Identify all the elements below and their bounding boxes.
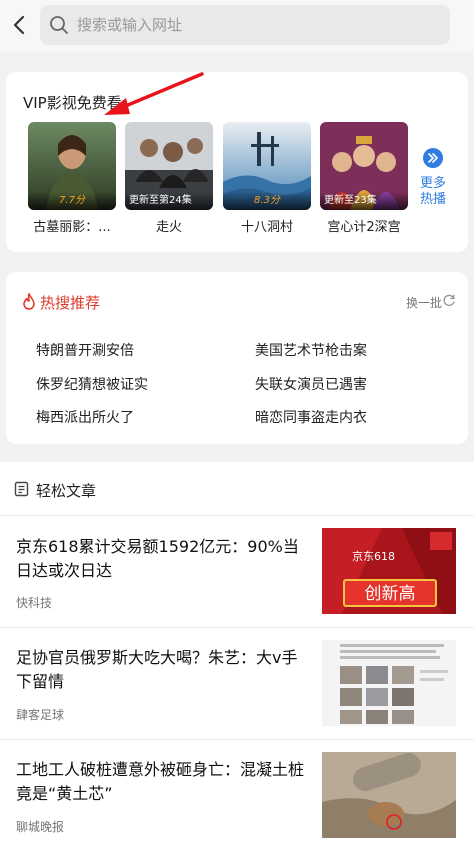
hot-search-item[interactable]: 美国艺术节枪击案 bbox=[255, 340, 367, 360]
more-hot-label-1: 更多 bbox=[419, 176, 446, 191]
movie-badge: 8.3分 bbox=[223, 192, 311, 210]
divider bbox=[0, 739, 474, 740]
hot-search-item[interactable]: 特朗普开涮安倍 bbox=[36, 340, 134, 360]
refresh-button[interactable]: 换一批 bbox=[406, 294, 442, 311]
vip-section-title: VIP影视免费看 bbox=[23, 94, 122, 112]
article-icon bbox=[14, 481, 29, 497]
article-thumbnail[interactable] bbox=[322, 752, 456, 838]
movie-item[interactable]: 更新至23集 宫心计2深宫 bbox=[320, 122, 408, 235]
hot-search-item[interactable]: 失联女演员已遇害 bbox=[255, 374, 367, 394]
refresh-icon[interactable] bbox=[442, 293, 456, 307]
article-source: 快科技 bbox=[16, 596, 53, 610]
search-input[interactable] bbox=[77, 5, 437, 45]
article-title[interactable]: 工地工人破桩遭意外被砸身亡：混凝土桩竟是“黄土芯” bbox=[16, 758, 310, 806]
more-hot-label-2: 热播 bbox=[419, 192, 446, 207]
article-title[interactable]: 足协官员俄罗斯大吃大喝？朱艺：大v手下留情 bbox=[16, 646, 310, 694]
article-source: 肆客足球 bbox=[16, 708, 65, 722]
hot-search-item[interactable]: 侏罗纪猜想被证实 bbox=[36, 374, 148, 394]
vip-video-card: VIP影视免费看 7.7分 古墓丽影：... 更新至第24集 走火 8.3分 十… bbox=[6, 72, 468, 252]
article-source: 聊城晚报 bbox=[16, 820, 65, 834]
movie-item[interactable]: 更新至第24集 走火 bbox=[125, 122, 213, 235]
fire-icon bbox=[23, 293, 35, 310]
movie-title: 走火 bbox=[155, 220, 182, 235]
hot-search-item[interactable]: 暗恋同事盗走内衣 bbox=[255, 407, 367, 427]
movie-poster[interactable]: 8.3分 bbox=[223, 122, 311, 210]
search-icon bbox=[50, 16, 68, 34]
hot-search-item[interactable]: 梅西派出所火了 bbox=[36, 407, 134, 427]
divider bbox=[0, 627, 474, 628]
double-chevron-right-icon bbox=[423, 148, 443, 168]
thumbnail-banner-text: 创新高 bbox=[365, 584, 416, 604]
top-bar bbox=[0, 0, 474, 52]
hot-search-title: 热搜推荐 bbox=[40, 294, 101, 312]
articles-section: 轻松文章 京东618累计交易额1592亿元：90%当日达或次日达 快科技 京东6… bbox=[0, 462, 474, 841]
movie-title: 宫心计2深宫 bbox=[327, 220, 401, 235]
search-box[interactable] bbox=[40, 5, 450, 45]
movie-item[interactable]: 7.7分 古墓丽影：... bbox=[28, 122, 116, 235]
article-title[interactable]: 京东618累计交易额1592亿元：90%当日达或次日达 bbox=[16, 535, 310, 583]
thumbnail-image bbox=[322, 640, 456, 726]
more-hot-button[interactable]: 更多 热播 bbox=[416, 144, 450, 208]
back-arrow-icon[interactable] bbox=[6, 10, 36, 40]
article-thumbnail[interactable] bbox=[322, 640, 456, 726]
movie-badge: 7.7分 bbox=[28, 192, 116, 210]
thumbnail-image bbox=[322, 752, 456, 838]
divider bbox=[0, 515, 474, 516]
movie-poster[interactable]: 更新至23集 bbox=[320, 122, 408, 210]
movie-title: 古墓丽影：... bbox=[33, 220, 111, 235]
movie-poster[interactable]: 更新至第24集 bbox=[125, 122, 213, 210]
movie-title: 十八洞村 bbox=[240, 220, 293, 235]
article-thumbnail[interactable]: 京东618 创新高 bbox=[322, 528, 456, 614]
hot-search-card: 热搜推荐 换一批 特朗普开涮安倍 美国艺术节枪击案 侏罗纪猜想被证实 失联女演员… bbox=[6, 272, 468, 444]
movie-badge: 更新至第24集 bbox=[125, 192, 213, 210]
thumbnail-image: 京东618 创新高 bbox=[322, 528, 456, 614]
thumbnail-small-text: 京东618 bbox=[352, 549, 395, 563]
movie-poster[interactable]: 7.7分 bbox=[28, 122, 116, 210]
movie-badge: 更新至23集 bbox=[320, 192, 408, 210]
articles-heading: 轻松文章 bbox=[36, 482, 97, 500]
movie-item[interactable]: 8.3分 十八洞村 bbox=[223, 122, 311, 235]
